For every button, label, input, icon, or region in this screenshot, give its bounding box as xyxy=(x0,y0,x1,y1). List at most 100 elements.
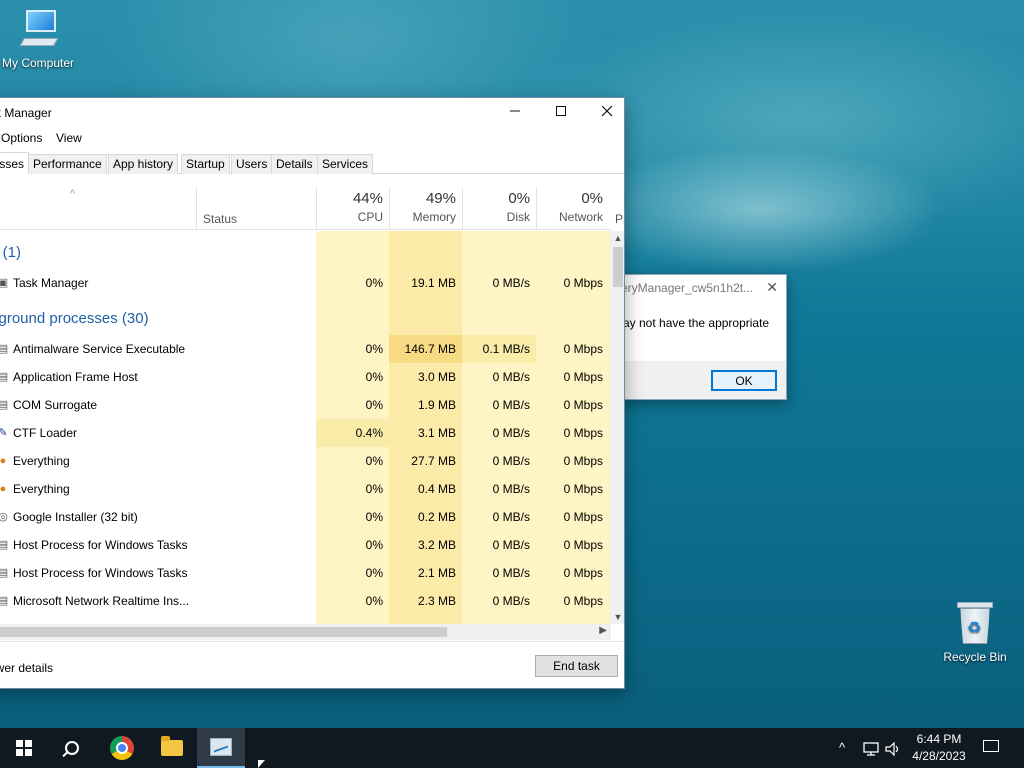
process-list: s (1) kground processes (30) ▣Task Manag… xyxy=(0,231,611,624)
column-cpu[interactable]: 44% CPU xyxy=(316,188,389,230)
process-name: Google Installer (32 bit) xyxy=(13,510,138,524)
scroll-right-icon[interactable]: ▶ xyxy=(599,625,607,636)
table-row[interactable]: ● Everything 0% 27.7 MB 0 MB/s 0 Mbps xyxy=(0,447,611,475)
title-bar[interactable]: sk Manager xyxy=(0,98,624,128)
group-background-label: kground processes (30) xyxy=(0,310,149,327)
vertical-scrollbar[interactable]: ▲ ▼ xyxy=(610,231,624,624)
column-status-label: Status xyxy=(203,212,238,226)
column-header: ^ Status 44% CPU 49% Memory 0% Disk 0% N… xyxy=(0,188,611,230)
table-row[interactable]: ▤Application Frame Host 0% 3.0 MB 0 MB/s 0 M… xyxy=(0,363,611,391)
tab-app-history[interactable]: App history xyxy=(108,154,179,174)
process-cpu: 0% xyxy=(365,510,383,524)
process-name: Everything xyxy=(13,454,70,468)
my-computer-shortcut[interactable]: My Computer xyxy=(0,10,80,70)
process-name: COM Surrogate xyxy=(13,398,98,412)
column-network[interactable]: 0% Network xyxy=(536,188,609,230)
table-row[interactable]: ▤Microsoft Network Realtime Ins... 0% 2.3 … xyxy=(0,587,611,615)
google-installer-icon: ◎ xyxy=(0,510,10,524)
minimize-button[interactable] xyxy=(492,98,538,128)
column-network-label: Network xyxy=(558,210,603,224)
process-name: Host Process for Windows Tasks xyxy=(13,566,188,580)
maximize-icon xyxy=(556,106,566,116)
chrome-taskbar-button[interactable] xyxy=(98,728,146,768)
menu-view[interactable]: View xyxy=(56,131,82,145)
disk-total: 0% xyxy=(508,190,530,207)
scroll-up-icon[interactable]: ▲ xyxy=(610,233,624,243)
folder-icon xyxy=(161,736,183,756)
menu-options[interactable]: Options xyxy=(1,131,42,145)
table-row[interactable]: ▤Host Process for Windows Tasks 0% 3.2 MB 0… xyxy=(0,531,611,559)
process-memory: 19.1 MB xyxy=(411,276,456,290)
process-cpu: 0.4% xyxy=(355,426,383,440)
task-manager-icon xyxy=(210,738,232,756)
tab-users[interactable]: Users xyxy=(231,154,273,174)
table-row[interactable]: ● Everything 0% 0.4 MB 0 MB/s 0 Mbps xyxy=(0,475,611,503)
column-power-partial: P xyxy=(615,212,624,226)
process-network: 0 Mbps xyxy=(563,342,603,356)
tab-processes[interactable]: sses xyxy=(0,152,29,174)
table-row[interactable]: ▤COM Surrogate 0% 1.9 MB 0 MB/s 0 Mbps xyxy=(0,391,611,419)
fewer-details-link[interactable]: ewer details xyxy=(0,661,53,675)
minimize-icon xyxy=(510,110,520,112)
scroll-down-icon[interactable]: ▼ xyxy=(610,612,624,622)
recycle-bin-shortcut[interactable]: ♻ Recycle Bin xyxy=(933,602,1017,664)
horizontal-scrollbar[interactable]: ▶ xyxy=(0,624,611,640)
column-memory[interactable]: 49% Memory xyxy=(389,188,462,230)
group-apps[interactable]: s (1) xyxy=(0,236,389,268)
process-name: CTF Loader xyxy=(13,426,78,440)
close-icon xyxy=(601,105,613,117)
tab-performance[interactable]: Performance xyxy=(28,154,107,174)
tab-details[interactable]: Details xyxy=(271,154,318,174)
table-row[interactable]: ◎Google Installer (32 bit) 0% 0.2 MB 0 MB/s… xyxy=(0,503,611,531)
table-row[interactable]: ▤Antimalware Service Executable 0% 146.7 M… xyxy=(0,335,611,363)
process-cpu: 0% xyxy=(365,276,383,290)
table-row[interactable]: ▣Task Manager 0% 19.1 MB 0 MB/s 0 Mbps xyxy=(0,269,611,297)
footer: ewer details End task xyxy=(0,641,624,688)
process-memory: 1.9 MB xyxy=(417,398,456,412)
process-disk: 0 MB/s xyxy=(492,398,530,412)
table-row[interactable]: ▤Host Process for Windows Tasks 0% 2.1 MB 0… xyxy=(0,559,611,587)
process-cpu: 0% xyxy=(365,454,383,468)
ok-button[interactable]: OK xyxy=(711,370,777,391)
dialog-close-button[interactable]: ✕ xyxy=(766,279,778,296)
process-memory: 146.7 MB xyxy=(404,342,456,356)
volume-icon[interactable] xyxy=(884,728,902,768)
end-task-button[interactable]: End task xyxy=(535,655,618,677)
maximize-button[interactable] xyxy=(538,98,584,128)
process-icon: ▤ xyxy=(0,370,10,384)
process-cpu: 0% xyxy=(365,594,383,608)
window-title: sk Manager xyxy=(0,106,52,120)
process-cpu: 0% xyxy=(365,482,383,496)
tray-overflow-chevron-icon[interactable]: ^ xyxy=(839,728,845,768)
recycle-bin-icon: ♻ xyxy=(957,602,993,646)
dialog-title: eryManager_cw5n1h2t... xyxy=(621,281,754,295)
tab-startup[interactable]: Startup xyxy=(181,154,230,174)
process-name: Host Process for Windows Tasks xyxy=(13,538,188,552)
task-manager-taskbar-button[interactable] xyxy=(197,728,245,768)
chrome-icon xyxy=(110,736,134,760)
process-disk: 0 MB/s xyxy=(492,566,530,580)
tab-strip: sses Performance App history Startup Use… xyxy=(0,152,624,174)
horizontal-scroll-thumb[interactable] xyxy=(0,627,447,637)
memory-total: 49% xyxy=(425,190,456,207)
column-cpu-label: CPU xyxy=(357,210,383,224)
table-row[interactable]: ✎CTF Loader 0.4% 3.1 MB 0 MB/s 0 Mbps xyxy=(0,419,611,447)
task-manager-icon: ▣ xyxy=(0,276,10,290)
everything-icon: ● xyxy=(0,483,7,495)
close-button[interactable] xyxy=(584,98,624,128)
notification-center-button[interactable] xyxy=(980,737,1002,759)
search-button[interactable] xyxy=(48,728,96,768)
process-memory: 3.1 MB xyxy=(417,426,456,440)
process-icon: ▤ xyxy=(0,398,10,412)
tab-services[interactable]: Services xyxy=(317,154,374,174)
start-button[interactable] xyxy=(0,728,48,768)
column-disk[interactable]: 0% Disk xyxy=(462,188,536,230)
column-status[interactable]: Status xyxy=(196,188,316,230)
group-background[interactable]: kground processes (30) xyxy=(0,302,389,334)
network-icon[interactable] xyxy=(862,728,880,768)
process-name: Application Frame Host xyxy=(13,370,138,384)
file-explorer-taskbar-button[interactable] xyxy=(148,728,196,768)
vertical-scroll-thumb[interactable] xyxy=(613,247,623,287)
error-dialog: eryManager_cw5n1h2t... ✕ ay not have the… xyxy=(612,274,787,400)
clock[interactable]: 6:44 PM 4/28/2023 xyxy=(904,731,974,765)
